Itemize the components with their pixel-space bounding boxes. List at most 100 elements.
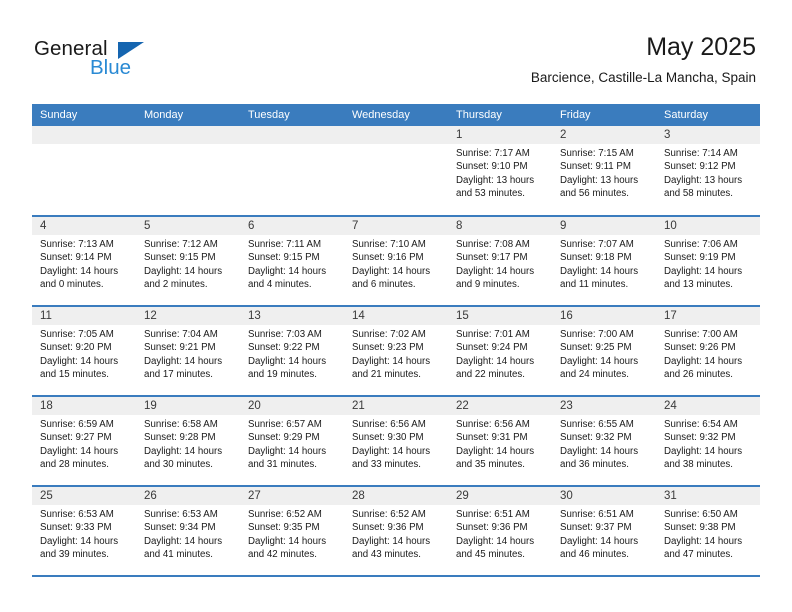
calendar-day-cell[interactable]: 23 Sunrise: 6:55 AM Sunset: 9:32 PM Dayligh… xyxy=(552,396,656,487)
daylight-duration-line1: Daylight: 14 hours xyxy=(144,355,223,367)
daylight-duration-line2: and 53 minutes. xyxy=(456,188,525,200)
sunrise-time: Sunrise: 7:12 AM xyxy=(144,239,218,250)
day-number: 15 xyxy=(448,307,552,325)
sunrise-time: Sunrise: 7:01 AM xyxy=(456,329,530,340)
daylight-duration-line1: Daylight: 14 hours xyxy=(248,445,327,457)
sunrise-time: Sunrise: 7:13 AM xyxy=(40,239,114,250)
daylight-duration-line1: Daylight: 14 hours xyxy=(248,355,327,367)
calendar-day-cell[interactable]: 16 Sunrise: 7:00 AM Sunset: 9:25 PM Dayligh… xyxy=(552,306,656,397)
calendar-day-cell[interactable]: 20 Sunrise: 6:57 AM Sunset: 9:29 PM Dayligh… xyxy=(240,396,344,487)
sunset-time: Sunset: 9:23 PM xyxy=(352,342,424,354)
daylight-duration-line1: Daylight: 14 hours xyxy=(456,355,535,367)
sunset-time: Sunset: 9:34 PM xyxy=(144,522,216,534)
daylight-duration-line2: and 43 minutes. xyxy=(352,549,421,561)
calendar-day-cell[interactable]: 14 Sunrise: 7:02 AM Sunset: 9:23 PM Dayligh… xyxy=(344,306,448,397)
calendar-day-cell[interactable]: 26 Sunrise: 6:53 AM Sunset: 9:34 PM Dayligh… xyxy=(136,486,240,577)
sunrise-time: Sunrise: 7:00 AM xyxy=(664,329,738,340)
daylight-duration-line1: Daylight: 14 hours xyxy=(352,445,431,457)
daylight-duration-line1: Daylight: 14 hours xyxy=(248,265,327,277)
calendar-day-cell[interactable]: 27 Sunrise: 6:52 AM Sunset: 9:35 PM Dayligh… xyxy=(240,486,344,577)
calendar-day-cell[interactable]: 10 Sunrise: 7:06 AM Sunset: 9:19 PM Dayligh… xyxy=(656,216,760,307)
calendar-day-cell[interactable]: 28 Sunrise: 6:52 AM Sunset: 9:36 PM Dayligh… xyxy=(344,486,448,577)
sunrise-time: Sunrise: 6:51 AM xyxy=(560,509,634,520)
calendar-day-cell[interactable]: 24 Sunrise: 6:54 AM Sunset: 9:32 PM Dayligh… xyxy=(656,396,760,487)
day-number: 27 xyxy=(240,487,344,505)
calendar-day-cell[interactable]: 30 Sunrise: 6:51 AM Sunset: 9:37 PM Dayligh… xyxy=(552,486,656,577)
daylight-duration-line2: and 26 minutes. xyxy=(664,369,733,381)
calendar-day-cell[interactable]: 3 Sunrise: 7:14 AM Sunset: 9:12 PM Daylight… xyxy=(656,126,760,217)
calendar-day-cell[interactable]: 13 Sunrise: 7:03 AM Sunset: 9:22 PM Dayligh… xyxy=(240,306,344,397)
daylight-duration-line2: and 9 minutes. xyxy=(456,279,520,291)
calendar-day-cell[interactable]: 18 Sunrise: 6:59 AM Sunset: 9:27 PM Dayligh… xyxy=(32,396,136,487)
calendar-day-cell[interactable]: 17 Sunrise: 7:00 AM Sunset: 9:26 PM Dayligh… xyxy=(656,306,760,397)
calendar-day-cell[interactable]: 6 Sunrise: 7:11 AM Sunset: 9:15 PM Daylight… xyxy=(240,216,344,307)
day-details: Sunrise: 6:56 AM Sunset: 9:30 PM Daylight:… xyxy=(344,415,448,472)
brand-name-blue: Blue xyxy=(90,56,132,79)
sunrise-time: Sunrise: 6:57 AM xyxy=(248,419,322,430)
sunrise-time: Sunrise: 7:14 AM xyxy=(664,148,738,159)
calendar-day-cell[interactable]: 22 Sunrise: 6:56 AM Sunset: 9:31 PM Dayligh… xyxy=(448,396,552,487)
sunset-time: Sunset: 9:33 PM xyxy=(40,522,112,534)
sunrise-time: Sunrise: 7:02 AM xyxy=(352,329,426,340)
calendar-week-row: 25 Sunrise: 6:53 AM Sunset: 9:33 PM Dayligh… xyxy=(32,486,760,577)
calendar-day-cell[interactable]: 19 Sunrise: 6:58 AM Sunset: 9:28 PM Dayligh… xyxy=(136,396,240,487)
weekday-header-saturday: Saturday xyxy=(656,104,760,126)
calendar-day-cell[interactable]: 8 Sunrise: 7:08 AM Sunset: 9:17 PM Daylight… xyxy=(448,216,552,307)
sunrise-time: Sunrise: 6:52 AM xyxy=(248,509,322,520)
weekday-header-wednesday: Wednesday xyxy=(344,104,448,126)
day-number: 16 xyxy=(552,307,656,325)
daylight-duration-line1: Daylight: 14 hours xyxy=(40,355,119,367)
calendar-day-cell[interactable]: 12 Sunrise: 7:04 AM Sunset: 9:21 PM Dayligh… xyxy=(136,306,240,397)
calendar-day-cell[interactable]: 2 Sunrise: 7:15 AM Sunset: 9:11 PM Daylight… xyxy=(552,126,656,217)
calendar-day-cell[interactable]: 11 Sunrise: 7:05 AM Sunset: 9:20 PM Dayligh… xyxy=(32,306,136,397)
day-number: 23 xyxy=(552,397,656,415)
daylight-duration-line1: Daylight: 13 hours xyxy=(456,174,535,186)
calendar-week-row: 11 Sunrise: 7:05 AM Sunset: 9:20 PM Dayligh… xyxy=(32,306,760,397)
day-details: Sunrise: 6:55 AM Sunset: 9:32 PM Daylight:… xyxy=(552,415,656,472)
calendar-cell-empty xyxy=(344,126,448,217)
day-number: 4 xyxy=(32,217,136,235)
calendar-cell-empty xyxy=(240,126,344,217)
day-details: Sunrise: 7:10 AM Sunset: 9:16 PM Daylight:… xyxy=(344,235,448,292)
sunrise-time: Sunrise: 6:58 AM xyxy=(144,419,218,430)
brand-logo[interactable]: General Blue xyxy=(34,38,264,88)
day-number: 17 xyxy=(656,307,760,325)
daylight-duration-line1: Daylight: 13 hours xyxy=(664,174,743,186)
calendar-day-cell[interactable]: 25 Sunrise: 6:53 AM Sunset: 9:33 PM Dayligh… xyxy=(32,486,136,577)
day-details: Sunrise: 6:59 AM Sunset: 9:27 PM Daylight:… xyxy=(32,415,136,472)
sunset-time: Sunset: 9:32 PM xyxy=(560,432,632,444)
daylight-duration-line1: Daylight: 14 hours xyxy=(352,535,431,547)
daylight-duration-line2: and 28 minutes. xyxy=(40,459,109,471)
day-number xyxy=(136,126,240,144)
day-number: 12 xyxy=(136,307,240,325)
calendar-day-cell[interactable]: 15 Sunrise: 7:01 AM Sunset: 9:24 PM Dayligh… xyxy=(448,306,552,397)
sunset-time: Sunset: 9:19 PM xyxy=(664,252,736,264)
day-details: Sunrise: 6:50 AM Sunset: 9:38 PM Daylight:… xyxy=(656,505,760,562)
calendar-day-cell[interactable]: 4 Sunrise: 7:13 AM Sunset: 9:14 PM Daylight… xyxy=(32,216,136,307)
day-details: Sunrise: 6:51 AM Sunset: 9:37 PM Daylight:… xyxy=(552,505,656,562)
day-number: 5 xyxy=(136,217,240,235)
calendar-day-cell[interactable]: 1 Sunrise: 7:17 AM Sunset: 9:10 PM Daylight… xyxy=(448,126,552,217)
calendar-day-cell[interactable]: 5 Sunrise: 7:12 AM Sunset: 9:15 PM Daylight… xyxy=(136,216,240,307)
weekday-header-monday: Monday xyxy=(136,104,240,126)
calendar-day-cell[interactable]: 7 Sunrise: 7:10 AM Sunset: 9:16 PM Daylight… xyxy=(344,216,448,307)
sunrise-time: Sunrise: 7:15 AM xyxy=(560,148,634,159)
calendar-day-cell[interactable]: 31 Sunrise: 6:50 AM Sunset: 9:38 PM Dayligh… xyxy=(656,486,760,577)
sunset-time: Sunset: 9:18 PM xyxy=(560,252,632,264)
daylight-duration-line1: Daylight: 14 hours xyxy=(560,445,639,457)
calendar-day-cell[interactable]: 9 Sunrise: 7:07 AM Sunset: 9:18 PM Daylight… xyxy=(552,216,656,307)
calendar-day-cell[interactable]: 29 Sunrise: 6:51 AM Sunset: 9:36 PM Dayligh… xyxy=(448,486,552,577)
day-details: Sunrise: 6:58 AM Sunset: 9:28 PM Daylight:… xyxy=(136,415,240,472)
calendar-day-cell[interactable]: 21 Sunrise: 6:56 AM Sunset: 9:30 PM Dayligh… xyxy=(344,396,448,487)
daylight-duration-line2: and 24 minutes. xyxy=(560,369,629,381)
sunrise-time: Sunrise: 7:03 AM xyxy=(248,329,322,340)
sunrise-time: Sunrise: 6:51 AM xyxy=(456,509,530,520)
day-details: Sunrise: 7:02 AM Sunset: 9:23 PM Daylight:… xyxy=(344,325,448,382)
day-number: 3 xyxy=(656,126,760,144)
daylight-duration-line2: and 21 minutes. xyxy=(352,369,421,381)
day-details: Sunrise: 6:57 AM Sunset: 9:29 PM Daylight:… xyxy=(240,415,344,472)
sunset-time: Sunset: 9:20 PM xyxy=(40,342,112,354)
sunset-time: Sunset: 9:21 PM xyxy=(144,342,216,354)
day-number: 18 xyxy=(32,397,136,415)
day-number: 13 xyxy=(240,307,344,325)
